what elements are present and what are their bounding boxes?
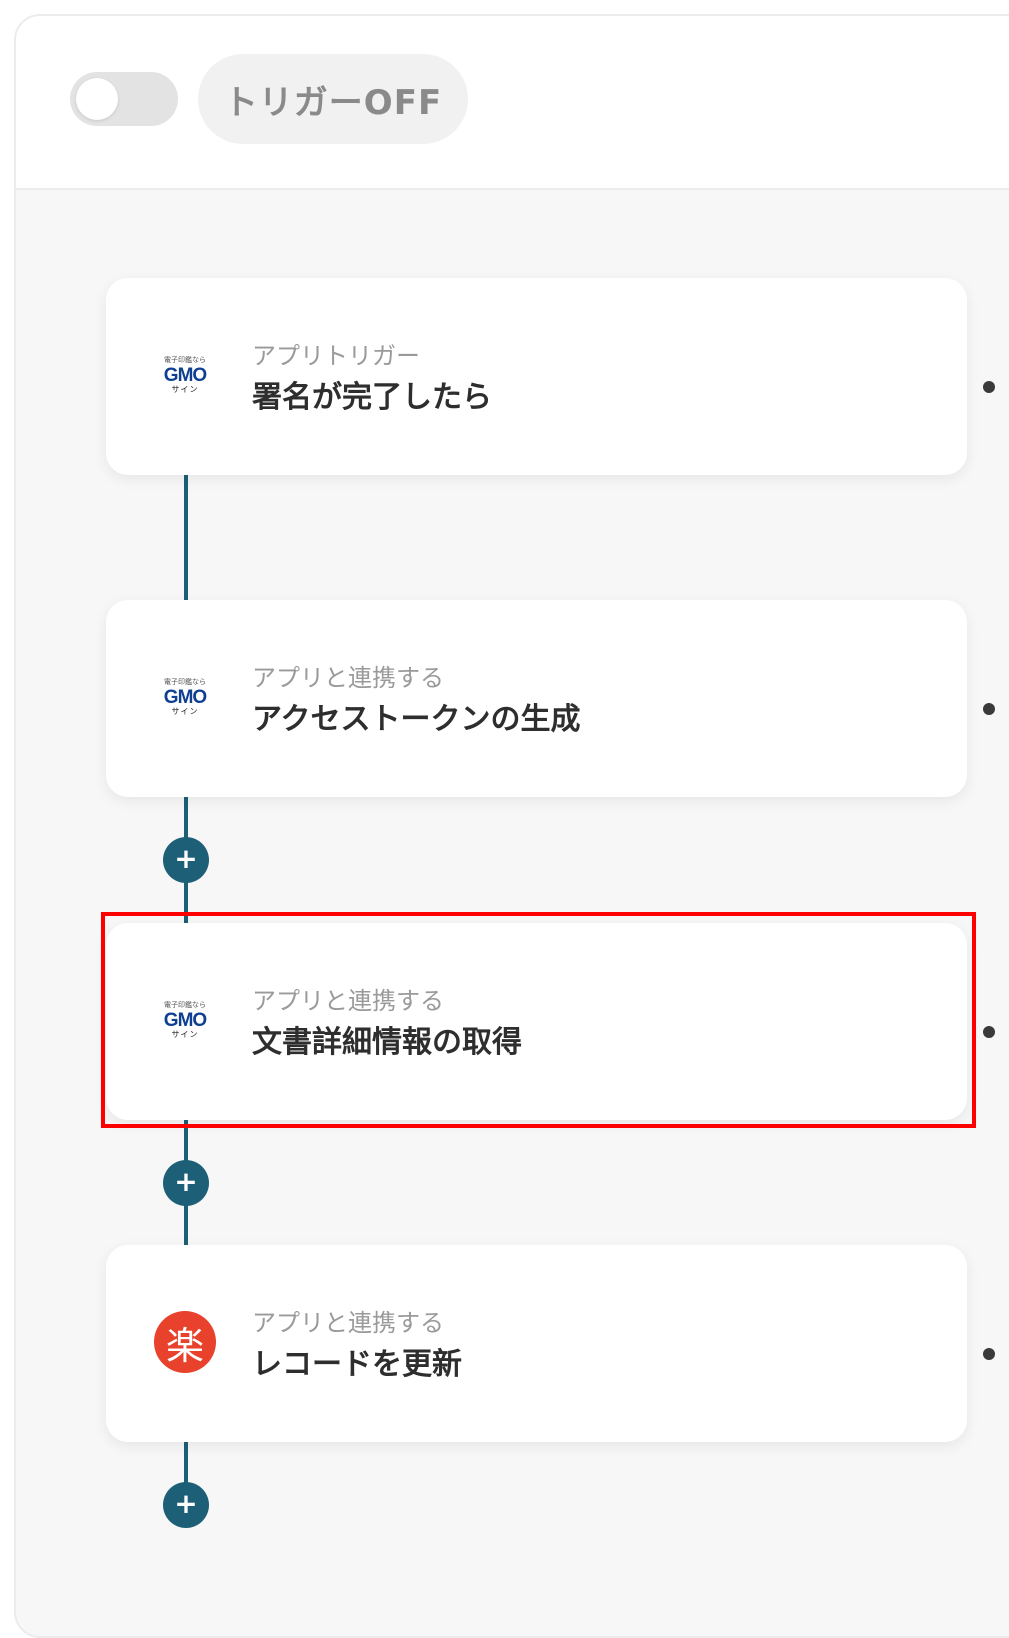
step-edge-handle [983,1348,995,1360]
step-category: アプリと連携する [252,987,444,1015]
trigger-status-label: トリガーOFF [223,82,443,123]
flow-header: トリガーOFF [16,16,1009,190]
add-step-button[interactable]: + [163,837,209,883]
step-edge-handle [983,1026,995,1038]
step-title: アクセストークンの生成 [252,702,581,737]
step-edge-handle [983,381,995,393]
toggle-knob [76,78,118,120]
trigger-status-badge: トリガーOFF [198,54,468,144]
add-step-button[interactable]: + [163,1160,209,1206]
rakuraku-logo-icon: 楽 [154,1311,216,1373]
plus-icon: + [174,842,198,875]
gmo-sign-logo-icon: 電子印鑑なら GMO サイン [163,355,207,394]
flow-step-update-record[interactable]: 楽 アプリと連携する レコードを更新 [106,1245,967,1442]
step-category: アプリトリガー [252,342,420,370]
step-category: アプリと連携する [252,664,444,692]
trigger-toggle[interactable] [70,72,178,126]
step-title: 文書詳細情報の取得 [252,1025,522,1060]
plus-icon: + [174,1487,198,1520]
gmo-sign-logo-icon: 電子印鑑なら GMO サイン [163,677,207,716]
gmo-sign-logo-icon: 電子印鑑なら GMO サイン [163,1000,207,1039]
step-title: 署名が完了したら [252,380,492,415]
flow-step-trigger[interactable]: 電子印鑑なら GMO サイン アプリトリガー 署名が完了したら [106,278,967,475]
step-title: レコードを更新 [252,1347,462,1382]
step-category: アプリと連携する [252,1309,444,1337]
plus-icon: + [174,1165,198,1198]
flow-connector [184,474,188,600]
flow-step-generate-token[interactable]: 電子印鑑なら GMO サイン アプリと連携する アクセストークンの生成 [106,600,967,797]
flow-step-get-document-details[interactable]: 電子印鑑なら GMO サイン アプリと連携する 文書詳細情報の取得 [106,923,967,1120]
step-edge-handle [983,703,995,715]
add-step-button[interactable]: + [163,1482,209,1528]
